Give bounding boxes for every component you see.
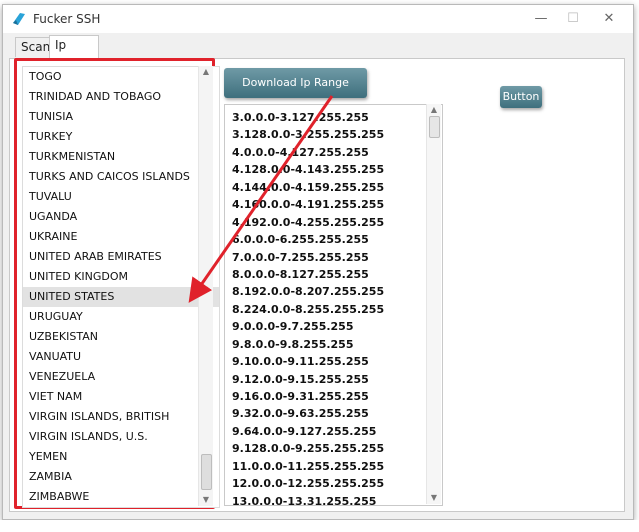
ip-range-line: 9.32.0.0-9.63.255.255 [232, 407, 369, 421]
country-item[interactable]: VIET NAM [23, 387, 219, 407]
scroll-up-icon[interactable]: ▲ [430, 106, 438, 114]
ip-range-line: 3.0.0.0-3.127.255.255 [232, 111, 369, 124]
country-item[interactable]: TURKMENISTAN [23, 147, 219, 167]
ip-range-line: 9.12.0.0-9.15.255.255 [232, 372, 369, 386]
ip-range-line: 4.0.0.0-4.127.255.255 [232, 145, 369, 159]
scroll-up-icon[interactable]: ▲ [202, 68, 210, 76]
country-item[interactable]: TURKS AND CAICOS ISLANDS [23, 167, 219, 187]
country-item[interactable]: VIRGIN ISLANDS, U.S. [23, 427, 219, 447]
country-item[interactable]: UNITED STATES [23, 287, 219, 307]
country-listbox[interactable]: TOGO TRINIDAD AND TOBAGO TUNISIA TURKEY TURK… [22, 66, 220, 508]
country-item[interactable]: UGANDA [23, 207, 219, 227]
ip-range-line: 13.0.0.0-13.31.255.255 [232, 494, 377, 506]
ip-range-textbox[interactable]: 3.0.0.0-3.127.255.255 3.128.0.0-3.255.255… [224, 104, 443, 506]
country-item[interactable]: VENEZUELA [23, 367, 219, 387]
country-item[interactable]: YEMEN [23, 447, 219, 467]
ip-range-line: 4.160.0.0-4.191.255.255 [232, 198, 385, 212]
ip-range-scrollbar[interactable]: ▲ ▼ [426, 104, 441, 504]
ip-range-line: 9.8.0.0-9.8.255.255 [232, 337, 354, 351]
country-item[interactable]: VIRGIN ISLANDS, BRITISH [23, 407, 219, 427]
country-item[interactable]: URUGUAY [23, 307, 219, 327]
ip-range-line: 6.0.0.0-6.255.255.255 [232, 233, 369, 247]
scroll-thumb[interactable] [201, 454, 212, 490]
scroll-thumb[interactable] [429, 116, 440, 138]
country-item[interactable]: TUVALU [23, 187, 219, 207]
ip-range-line: 12.0.0.0-12.255.255.255 [232, 477, 385, 491]
window-title: Fucker SSH [33, 12, 101, 26]
ip-range-line: 4.144.0.0-4.159.255.255 [232, 180, 385, 194]
scroll-down-icon[interactable]: ▼ [202, 496, 210, 504]
minimize-button[interactable]: — [529, 9, 553, 29]
button[interactable]: Button [500, 86, 542, 108]
torn-edge [0, 520, 639, 532]
country-item[interactable]: UNITED ARAB EMIRATES [23, 247, 219, 267]
ip-range-line: 8.224.0.0-8.255.255.255 [232, 302, 385, 316]
app-logo-icon [13, 13, 25, 25]
country-item[interactable]: UKRAINE [23, 227, 219, 247]
country-item[interactable]: TRINIDAD AND TOBAGO [23, 87, 219, 107]
country-item[interactable]: TOGO [23, 67, 219, 87]
ip-range-line: 7.0.0.0-7.255.255.255 [232, 250, 369, 264]
country-item[interactable]: ZAMBIA [23, 467, 219, 487]
country-item[interactable]: VANUATU [23, 347, 219, 367]
country-list-scrollbar[interactable]: ▲ ▼ [198, 66, 213, 506]
tab-ip-range[interactable]: Ip Range [49, 35, 100, 71]
maximize-button[interactable]: ☐ [561, 9, 585, 29]
country-item[interactable]: UZBEKISTAN [23, 327, 219, 347]
ip-range-line: 11.0.0.0-11.255.255.255 [232, 459, 385, 473]
ip-range-line: 8.0.0.0-8.127.255.255 [232, 267, 369, 281]
ip-range-line: 9.0.0.0-9.7.255.255 [232, 320, 354, 334]
ip-range-line: 9.10.0.0-9.11.255.255 [232, 355, 369, 369]
country-item[interactable]: ZIMBABWE [23, 487, 219, 507]
close-button[interactable]: ✕ [597, 9, 621, 29]
ip-range-line: 9.64.0.0-9.127.255.255 [232, 424, 377, 438]
scroll-down-icon[interactable]: ▼ [430, 494, 438, 502]
title-bar: Fucker SSH — ☐ ✕ [3, 5, 633, 33]
ip-range-line: 4.128.0.0-4.143.255.255 [232, 163, 385, 177]
ip-range-line: 4.192.0.0-4.255.255.255 [232, 215, 385, 229]
ip-range-line: 3.128.0.0-3.255.255.255 [232, 128, 385, 142]
ip-range-line: 8.192.0.0-8.207.255.255 [232, 285, 385, 299]
download-ip-range-button[interactable]: Download Ip Range [224, 68, 367, 98]
country-item[interactable]: TUNISIA [23, 107, 219, 127]
ip-range-line: 9.16.0.0-9.31.255.255 [232, 390, 369, 403]
country-item[interactable]: TURKEY [23, 127, 219, 147]
ip-range-line: 9.128.0.0-9.255.255.255 [232, 442, 385, 456]
country-item[interactable]: UNITED KINGDOM [23, 267, 219, 287]
